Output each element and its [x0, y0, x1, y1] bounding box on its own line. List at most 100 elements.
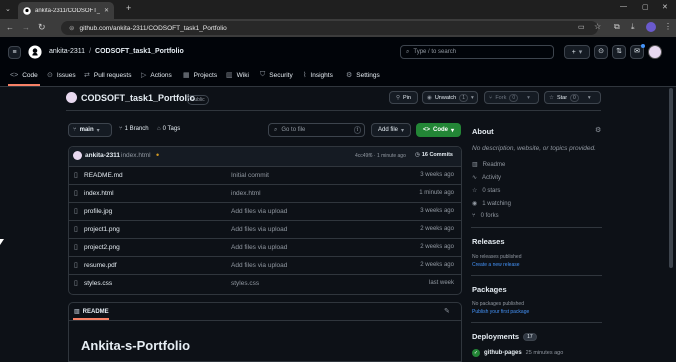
pull-requests-icon[interactable]: ⇅	[612, 45, 626, 59]
file-row[interactable]: ▯ styles.css styles.css last week	[68, 274, 462, 292]
browser-tab[interactable]: ankita-2311/CODSOFT_task1_Po ✕	[18, 2, 114, 19]
extensions-icon[interactable]: ⧉	[614, 22, 620, 32]
address-bar[interactable]: ⊜ github.com/ankita-2311/CODSOFT_task1_P…	[61, 21, 598, 35]
file-commit-message[interactable]: Add files via upload	[231, 226, 287, 233]
search-icon: ⌕	[274, 126, 278, 133]
releases-title[interactable]: Releases	[472, 237, 505, 246]
file-name[interactable]: README.md	[84, 172, 123, 179]
tab-wiki[interactable]: ▥ Wiki	[226, 68, 249, 82]
tab-security[interactable]: ⛉ Security	[260, 68, 293, 82]
new-tab-plus-icon[interactable]: +	[126, 3, 131, 13]
code-button[interactable]: <> Code ▾	[416, 123, 461, 137]
file-row[interactable]: ▯ README.md Initial commit 3 weeks ago	[68, 166, 462, 184]
tab-pull-requests[interactable]: ⇄ Pull requests	[84, 68, 131, 82]
tab-code[interactable]: <> Code	[10, 68, 38, 82]
maximize-icon[interactable]: ▢	[642, 3, 649, 11]
file-commit-message[interactable]: Initial commit	[231, 172, 269, 179]
pin-label: Pin	[403, 94, 411, 101]
browser-menu-icon[interactable]: ⋮	[664, 22, 672, 31]
stars-link[interactable]: ☆ 0 stars	[472, 187, 500, 195]
browser-tab-strip: ⌄ ankita-2311/CODSOFT_task1_Po ✕ + — ▢ ✕	[0, 0, 676, 19]
site-info-icon[interactable]: ⊜	[69, 24, 74, 32]
commit-hash-time[interactable]: 4cc49f6 · 1 minute ago	[355, 153, 406, 159]
file-name[interactable]: project2.png	[84, 244, 120, 251]
tags-link[interactable]: ⌂ 0 Tags	[157, 126, 180, 132]
file-commit-message[interactable]: Add files via upload	[231, 244, 287, 251]
create-new-button[interactable]: + ▾	[564, 45, 590, 59]
unwatch-button[interactable]: ◉ Unwatch 1 ▾	[422, 91, 478, 104]
issues-icon[interactable]: ⊙	[594, 45, 608, 59]
go-to-file-placeholder: Go to file	[281, 127, 306, 133]
owner-link[interactable]: ankita-2311	[49, 48, 85, 55]
forks-link[interactable]: ⑂ 0 forks	[472, 213, 499, 219]
branch-selector[interactable]: ⑂ main ▾	[68, 123, 112, 137]
commit-message[interactable]: index.html	[121, 152, 151, 159]
tab-settings[interactable]: ⚙ Settings	[346, 68, 380, 82]
file-name[interactable]: project1.png	[84, 226, 120, 233]
tab-insights[interactable]: ⌇ Insights	[303, 68, 333, 82]
file-row[interactable]: ▯ profile.jpg Add files via upload 3 weeks …	[68, 202, 462, 220]
star-button[interactable]: ☆ Star 0 ▾	[544, 91, 601, 104]
watchers-link[interactable]: ◉ 1 watching	[472, 200, 511, 208]
commit-status-dot[interactable]: •	[156, 150, 159, 160]
file-name[interactable]: index.html	[84, 190, 114, 197]
back-arrow-icon[interactable]: ←	[6, 23, 14, 32]
file-name[interactable]: styles.css	[84, 280, 112, 287]
hamburger-menu-icon[interactable]: ≡	[8, 46, 21, 59]
page-scrollbar-thumb[interactable]	[669, 88, 673, 268]
sidebar-divider	[471, 322, 602, 323]
profile-avatar-icon[interactable]	[646, 22, 656, 32]
tab-issues[interactable]: ⊙ Issues	[47, 68, 76, 82]
add-file-label: Add file	[377, 127, 398, 133]
bookmark-star-icon[interactable]: ☆	[594, 22, 601, 31]
cast-icon[interactable]: ▭	[578, 23, 585, 31]
repo-link[interactable]: CODSOFT_task1_Portfolio	[95, 48, 184, 55]
reload-icon[interactable]: ↻	[38, 22, 46, 33]
about-settings-gear-icon[interactable]: ⚙	[595, 126, 601, 134]
file-commit-message[interactable]: index.html	[231, 190, 261, 197]
edit-pencil-icon[interactable]: ✎	[444, 307, 450, 315]
add-file-button[interactable]: Add file ▾	[371, 123, 411, 137]
star-count: 0	[570, 93, 579, 102]
tab-menu-chevron-icon[interactable]: ⌄	[5, 5, 11, 13]
tab-actions[interactable]: ▷ Actions	[141, 68, 172, 82]
commits-link[interactable]: ◷ 16 Commits	[415, 152, 453, 158]
file-row[interactable]: ▯ resume.pdf Add files via upload 2 weeks a…	[68, 256, 462, 274]
readme-tab[interactable]: ▥ README	[74, 308, 109, 316]
file-row[interactable]: ▯ index.html index.html 1 minute ago	[68, 184, 462, 202]
file-commit-message[interactable]: Add files via upload	[231, 208, 287, 215]
file-row[interactable]: ▯ project2.png Add files via upload 2 weeks…	[68, 238, 462, 256]
commit-author[interactable]: ankita-2311	[85, 152, 120, 159]
publish-package-link[interactable]: Publish your first package	[472, 309, 529, 315]
github-logo-icon[interactable]	[28, 45, 42, 59]
star-label: Star	[556, 94, 568, 101]
deployment-env: github-pages	[484, 350, 522, 356]
deployments-header[interactable]: Deployments 17	[472, 332, 537, 341]
branches-link[interactable]: ⑂ 1 Branch	[119, 126, 149, 132]
file-row[interactable]: ▯ project1.png Add files via upload 2 weeks…	[68, 220, 462, 238]
forward-arrow-icon[interactable]: →	[22, 23, 30, 32]
go-to-file-input[interactable]: ⌕ Go to file t	[268, 123, 365, 137]
file-name[interactable]: resume.pdf	[84, 262, 117, 269]
play-icon: ▷	[141, 72, 147, 79]
packages-title[interactable]: Packages	[472, 285, 507, 294]
file-commit-message[interactable]: styles.css	[231, 280, 259, 287]
fork-icon: ⑂	[472, 213, 476, 219]
file-commit-message[interactable]: Add files via upload	[231, 262, 287, 269]
minimize-icon[interactable]: —	[620, 3, 627, 10]
tab-close-icon[interactable]: ✕	[104, 7, 109, 14]
file-name[interactable]: profile.jpg	[84, 208, 112, 215]
fork-button[interactable]: ⑂ Fork 0 ▾	[484, 91, 539, 104]
download-icon[interactable]: ⤓	[631, 22, 635, 32]
activity-link[interactable]: ∿ Activity	[472, 174, 501, 182]
deployment-item[interactable]: ✓ github-pages 25 minutes ago	[472, 349, 563, 357]
close-window-icon[interactable]: ✕	[662, 3, 668, 11]
search-input[interactable]: ⌕ Type / to search	[400, 45, 554, 59]
pin-button[interactable]: ⚲ Pin	[389, 91, 418, 104]
create-release-link[interactable]: Create a new release	[472, 262, 520, 268]
fork-icon: ⑂	[489, 94, 493, 101]
user-avatar[interactable]	[648, 45, 662, 59]
tab-projects[interactable]: ▦ Projects	[183, 68, 217, 82]
github-favicon-icon	[23, 6, 31, 15]
readme-link[interactable]: ▥ Readme	[472, 161, 505, 169]
